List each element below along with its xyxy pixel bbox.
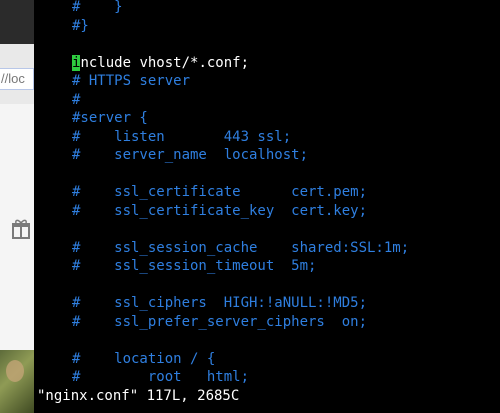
background-browser-window: //loc [0, 0, 34, 413]
editor-line[interactable]: # server_name localhost; [72, 146, 308, 165]
editor-line[interactable]: # } [72, 0, 123, 17]
gift-icon[interactable] [10, 218, 32, 240]
editor-line[interactable]: include vhost/*.conf; [72, 54, 249, 73]
editor-line[interactable]: # ssl_session_cache shared:SSL:1m; [72, 239, 409, 258]
editor-line[interactable]: # listen 443 ssl; [72, 128, 291, 147]
editor-line[interactable]: # ssl_certificate_key cert.key; [72, 202, 367, 221]
desktop-photo-thumbnail [0, 350, 34, 413]
editor-line[interactable]: #server { [72, 109, 148, 128]
browser-url-field[interactable]: //loc [0, 68, 34, 90]
editor-line[interactable]: # location / { [72, 350, 215, 369]
editor-line[interactable]: # ssl_prefer_server_ciphers on; [72, 313, 367, 332]
editor-line[interactable]: # ssl_certificate cert.pem; [72, 183, 367, 202]
editor-line[interactable]: # ssl_session_timeout 5m; [72, 257, 316, 276]
vim-editor[interactable]: # } #} include vhost/*.conf; # HTTPS server… [34, 0, 500, 413]
editor-line[interactable]: #} [72, 17, 89, 36]
editor-line[interactable]: # ssl_ciphers HIGH:!aNULL:!MD5; [72, 294, 367, 313]
status-line: "nginx.conf" 117L, 2685C [37, 387, 240, 404]
text-cursor: i [72, 54, 81, 71]
editor-line[interactable]: # [72, 91, 80, 110]
editor-line[interactable]: # root html; [72, 368, 249, 387]
editor-line[interactable]: # HTTPS server [72, 72, 190, 91]
